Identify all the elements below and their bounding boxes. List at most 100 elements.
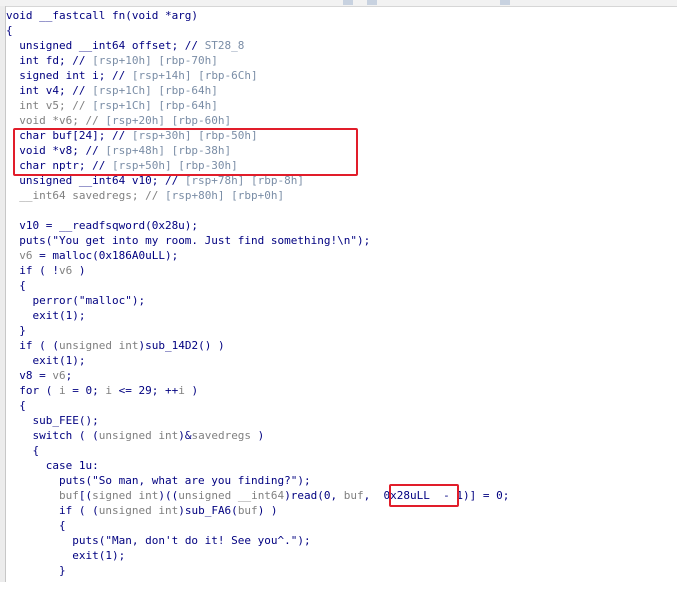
code-token: sub_FEE();: [6, 414, 99, 427]
code-line[interactable]: unsigned __int64 offset; // ST28_8: [6, 38, 677, 53]
code-token: char nptr; //: [6, 159, 112, 172]
code-token: <= 29; ++: [111, 384, 179, 397]
code-line[interactable]: {: [6, 518, 677, 533]
code-token: unsigned int: [58, 339, 139, 352]
tab-indicator[interactable]: [367, 0, 377, 5]
code-line[interactable]: exit(1);: [6, 548, 677, 563]
code-line[interactable]: {: [6, 278, 677, 293]
code-line[interactable]: char nptr; // [rsp+50h] [rbp-30h]: [6, 158, 677, 173]
code-token: ): [184, 384, 199, 397]
code-line[interactable]: void *v8; // [rsp+48h] [rbp-38h]: [6, 143, 677, 158]
code-token: "malloc": [78, 294, 132, 307]
code-token: )sub_FA6(: [178, 504, 238, 517]
code-token: {: [6, 399, 26, 412]
code-line[interactable]: unsigned __int64 v10; // [rsp+78h] [rbp-…: [6, 173, 677, 188]
code-line[interactable]: [6, 203, 677, 218]
code-token: void *v6; //: [6, 114, 106, 127]
code-line[interactable]: void *v6; // [rsp+20h] [rbp-60h]: [6, 113, 677, 128]
code-token: ): [72, 264, 86, 277]
code-token: );: [131, 294, 146, 307]
tab-indicator[interactable]: [343, 0, 353, 5]
code-token: void *v8; //: [6, 144, 106, 157]
code-token: = malloc(0x186A0uLL);: [32, 249, 179, 262]
code-token: __int64 savedregs; //: [6, 189, 165, 202]
code-line[interactable]: }: [6, 563, 677, 578]
code-line[interactable]: switch ( (unsigned int)&savedregs ): [6, 428, 677, 443]
code-comment: [rsp+1Ch] [rbp-64h]: [92, 84, 218, 97]
code-token: exit(1);: [6, 309, 86, 322]
code-token: );: [357, 234, 371, 247]
code-line[interactable]: int v5; // [rsp+1Ch] [rbp-64h]: [6, 98, 677, 113]
code-line[interactable]: void __fastcall fn(void *arg): [6, 8, 677, 23]
code-token: puts(: [6, 534, 106, 547]
code-token: ;: [65, 369, 73, 382]
code-token: {: [6, 519, 66, 532]
code-token: for (: [6, 384, 59, 397]
code-comment: [rsp+78h] [rbp-8h]: [184, 174, 305, 187]
code-token: case 1u:: [6, 459, 99, 472]
code-line[interactable]: if ( !v6 ): [6, 263, 677, 278]
code-token: );: [297, 474, 311, 487]
code-line[interactable]: if ( (unsigned int)sub_14D2() ): [6, 338, 677, 353]
code-line[interactable]: [6, 578, 677, 593]
code-line[interactable]: exit(1);: [6, 308, 677, 323]
code-line[interactable]: v10 = __readfsqword(0x28u);: [6, 218, 677, 233]
code-comment: [rsp+80h] [rbp+0h]: [164, 189, 285, 202]
code-token: "So man, what are you finding?": [92, 474, 298, 487]
code-line[interactable]: int fd; // [rsp+10h] [rbp-70h]: [6, 53, 677, 68]
code-line[interactable]: __int64 savedregs; // [rsp+80h] [rbp+0h]: [6, 188, 677, 203]
code-token: void __fastcall fn(void *arg): [6, 9, 199, 22]
code-line[interactable]: {: [6, 398, 677, 413]
code-comment: [rsp+30h] [rbp-50h]: [131, 129, 258, 142]
code-token: int fd; //: [6, 54, 93, 67]
code-token: signed int: [92, 489, 159, 502]
code-token: v6: [58, 264, 73, 277]
code-comment: [rsp+20h] [rbp-60h]: [105, 114, 232, 127]
code-token: i: [58, 384, 66, 397]
code-line[interactable]: v6 = malloc(0x186A0uLL);: [6, 248, 677, 263]
code-token: {: [6, 279, 26, 292]
code-token: perror(: [6, 294, 79, 307]
code-line[interactable]: puts("You get into my room. Just find so…: [6, 233, 677, 248]
code-line[interactable]: exit(1);: [6, 353, 677, 368]
code-comment: [rsp+10h] [rbp-70h]: [92, 54, 218, 67]
code-line[interactable]: puts("Man, don't do it! See you^.");: [6, 533, 677, 548]
code-line[interactable]: }: [6, 323, 677, 338]
code-line[interactable]: perror("malloc");: [6, 293, 677, 308]
code-line[interactable]: for ( i = 0; i <= 29; ++i ): [6, 383, 677, 398]
code-line[interactable]: v8 = v6;: [6, 368, 677, 383]
pseudocode-view[interactable]: void __fastcall fn(void *arg) { unsigned …: [6, 8, 677, 582]
code-token: {: [6, 444, 40, 457]
code-token: v6: [52, 369, 66, 382]
code-token: switch ( (: [6, 429, 99, 442]
tab-bar: [0, 0, 677, 7]
code-line[interactable]: char buf[24]; // [rsp+30h] [rbp-50h]: [6, 128, 677, 143]
code-token: char buf[24]; //: [6, 129, 132, 142]
code-token: {: [6, 24, 13, 37]
code-line[interactable]: puts("So man, what are you finding?");: [6, 473, 677, 488]
code-token: )sub_14D2() ): [138, 339, 225, 352]
code-token: = 0;: [65, 384, 106, 397]
code-token: i: [178, 384, 185, 397]
code-comment: ST28_8: [204, 39, 245, 52]
code-line[interactable]: {: [6, 23, 677, 38]
code-line[interactable]: sub_FEE();: [6, 413, 677, 428]
code-token: unsigned int: [98, 429, 179, 442]
code-line[interactable]: signed int i; // [rsp+14h] [rbp-6Ch]: [6, 68, 677, 83]
code-line[interactable]: buf[(signed int)((unsigned __int64)read(…: [6, 488, 677, 503]
code-token: )read(0,: [284, 489, 344, 502]
code-line[interactable]: case 1u:: [6, 458, 677, 473]
code-token: if ( (: [6, 339, 59, 352]
code-token: int v4; //: [6, 84, 93, 97]
code-token: if ( (: [6, 504, 99, 517]
code-line[interactable]: {: [6, 443, 677, 458]
code-comment: [rsp+48h] [rbp-38h]: [105, 144, 232, 157]
code-token: v10 = __readfsqword(0x28u);: [6, 219, 199, 232]
code-line[interactable]: int v4; // [rsp+1Ch] [rbp-64h]: [6, 83, 677, 98]
tab-indicator[interactable]: [500, 0, 510, 5]
code-token: );: [297, 534, 311, 547]
code-token: }: [6, 564, 66, 577]
code-token: v6: [6, 249, 33, 262]
code-line[interactable]: if ( (unsigned int)sub_FA6(buf) ): [6, 503, 677, 518]
